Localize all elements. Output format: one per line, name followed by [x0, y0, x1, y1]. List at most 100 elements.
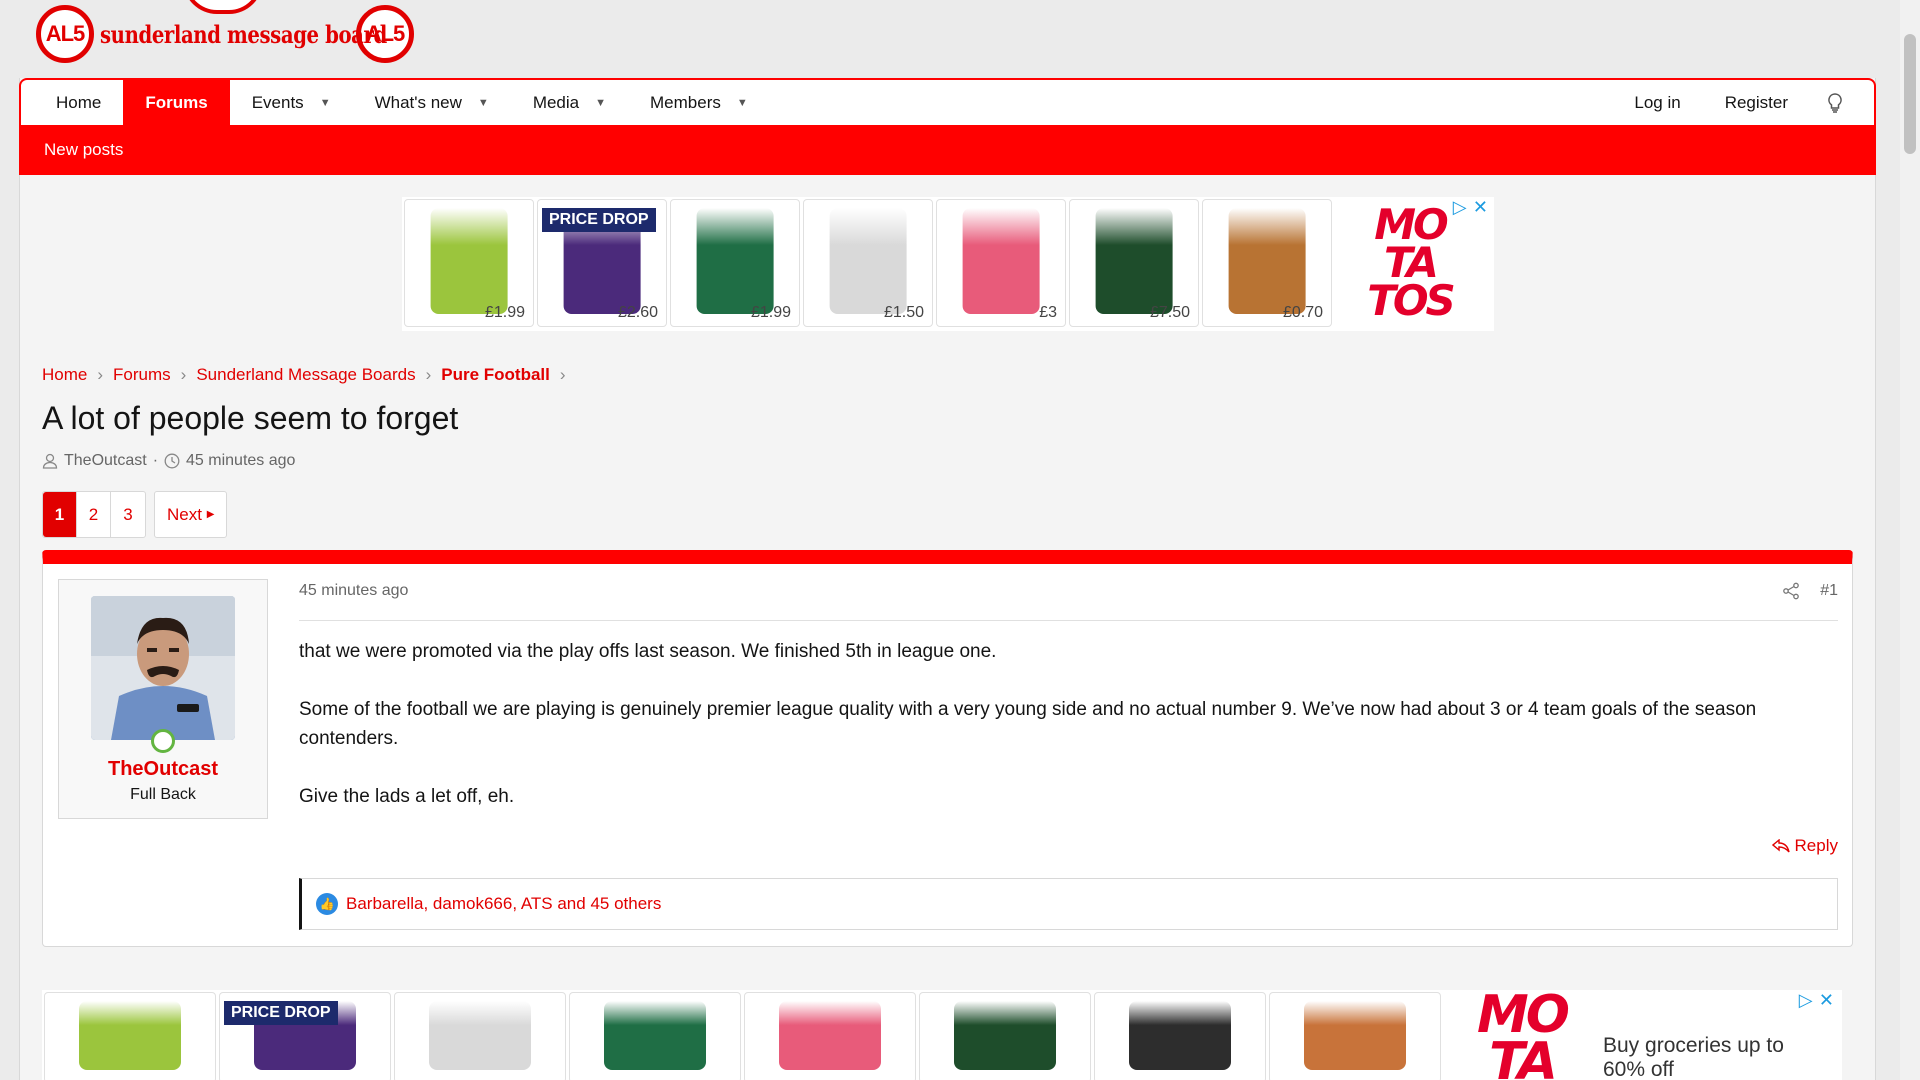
user-icon — [42, 453, 58, 469]
product-image — [829, 208, 907, 314]
ad-close-icon[interactable]: ▷ ✕ — [1799, 990, 1834, 1011]
nav-item-members[interactable]: Members ▼ — [628, 80, 770, 125]
thread-title: A lot of people seem to forget — [42, 400, 459, 436]
ad-product-tile[interactable]: £3 — [936, 199, 1066, 327]
reply-button[interactable]: Reply — [1771, 836, 1838, 856]
login-link[interactable]: Log in — [1612, 80, 1702, 125]
product-price: £1.99 — [750, 304, 791, 321]
breadcrumb-item[interactable]: Home — [42, 365, 87, 385]
ad-product-tile[interactable]: PRICE DROP £2.60 — [537, 199, 667, 327]
avatar[interactable] — [91, 596, 235, 740]
ad-product-tile[interactable] — [394, 992, 566, 1080]
clock-icon — [164, 453, 180, 469]
product-image — [79, 1001, 181, 1070]
chevron-right-icon: › — [180, 365, 187, 384]
ad-product-tile[interactable]: £1.50 — [803, 199, 933, 327]
breadcrumb: Home › Forums › Sunderland Message Boards › Pu… — [42, 365, 566, 385]
thread-author[interactable]: TheOutcast — [64, 452, 147, 470]
ad-banner-top[interactable]: £1.99 PRICE DROP £2.60 £1.99 £1.50 £3 £7.50 £0.… — [402, 197, 1494, 331]
pagination: 123 Next ▶ — [42, 491, 228, 538]
ad-close-icon[interactable]: ▷ ✕ — [1453, 197, 1488, 218]
product-price: £7.50 — [1149, 304, 1190, 321]
price-drop-badge: PRICE DROP — [542, 208, 656, 232]
share-icon[interactable] — [1782, 582, 1800, 600]
breadcrumb-item[interactable]: Pure Football — [441, 365, 550, 385]
online-status-icon — [151, 729, 175, 753]
ad-product-tile[interactable] — [744, 992, 916, 1080]
logo-badge-left: AL5 — [36, 5, 94, 63]
product-image — [962, 208, 1040, 314]
post-body: that we were promoted via the play offs … — [299, 637, 1838, 840]
sub-nav: New posts — [19, 125, 1876, 175]
reactions-list[interactable]: Barbarella, damok666, ATS and 45 others — [346, 894, 661, 914]
page-scrollbar[interactable] — [1900, 0, 1920, 1080]
ad-brand-word: TOS — [1367, 275, 1456, 325]
product-image — [779, 1001, 881, 1070]
post-tools: #1 — [1782, 582, 1838, 600]
product-image — [1095, 208, 1173, 314]
ad-product-tile[interactable]: £1.99 — [670, 199, 800, 327]
product-price: £2.60 — [617, 304, 658, 321]
price-drop-badge: PRICE DROP — [224, 1001, 338, 1025]
ad-product-tile[interactable]: £0.70 — [1202, 199, 1332, 327]
chevron-down-icon[interactable]: ▼ — [320, 97, 331, 109]
ad-tagline[interactable]: Buy groceries up to 60% off — [1585, 992, 1785, 1080]
thread-meta: TheOutcast · 45 minutes ago — [42, 452, 295, 470]
ad-product-tile[interactable] — [919, 992, 1091, 1080]
register-link[interactable]: Register — [1703, 80, 1810, 125]
chevron-down-icon[interactable]: ▼ — [737, 97, 748, 109]
post-username[interactable]: TheOutcast — [59, 758, 267, 781]
chevron-down-icon[interactable]: ▼ — [478, 97, 489, 109]
new-posts-link[interactable]: New posts — [44, 140, 123, 160]
ad-product-tile[interactable] — [1094, 992, 1266, 1080]
page-link[interactable]: 3 — [111, 492, 145, 537]
product-price: £1.99 — [484, 304, 525, 321]
chevron-right-icon: › — [559, 365, 566, 384]
ad-product-tile[interactable] — [44, 992, 216, 1080]
theme-toggle-icon[interactable] — [1810, 80, 1874, 125]
post-time[interactable]: 45 minutes ago — [299, 582, 408, 600]
ad-product-tile[interactable] — [569, 992, 741, 1080]
nav-item-media[interactable]: Media ▼ — [511, 80, 628, 125]
scrollbar-thumb[interactable] — [1904, 34, 1916, 154]
ad-product-tile[interactable] — [1269, 992, 1441, 1080]
post-paragraph: Some of the football we are playing is g… — [299, 699, 1757, 749]
product-image — [1228, 208, 1306, 314]
nav-item-what-s-new[interactable]: What's new ▼ — [353, 80, 511, 125]
reply-icon — [1771, 838, 1790, 853]
ad-brand-logo[interactable]: MO TA — [1462, 992, 1582, 1080]
page-link[interactable]: 2 — [77, 492, 111, 537]
product-image — [954, 1001, 1056, 1070]
product-price: £0.70 — [1282, 304, 1323, 321]
breadcrumb-item[interactable]: Sunderland Message Boards — [196, 365, 415, 385]
product-image — [604, 1001, 706, 1070]
post-paragraph: Give the lads a let off, eh. — [299, 786, 515, 807]
meta-separator: · — [152, 452, 159, 469]
ad-product-tile[interactable]: £1.99 — [404, 199, 534, 327]
thread-time[interactable]: 45 minutes ago — [186, 452, 295, 470]
next-page-button[interactable]: Next ▶ — [154, 491, 228, 538]
site-logo[interactable]: AL5 sunderland message board AL5 — [36, 0, 414, 68]
nav-item-events[interactable]: Events ▼ — [230, 80, 353, 125]
user-title: Full Back — [130, 786, 196, 803]
product-image — [429, 1001, 531, 1070]
reactions-bar[interactable]: 👍 Barbarella, damok666, ATS and 45 other… — [299, 878, 1838, 930]
page-link[interactable]: 1 — [43, 492, 77, 537]
ad-product-tile[interactable]: £7.50 — [1069, 199, 1199, 327]
ad-product-tile[interactable]: PRICE DROP — [219, 992, 391, 1080]
post-message: TheOutcast Full Back 45 minutes ago #1 t… — [42, 550, 1853, 947]
like-icon: 👍 — [316, 893, 338, 915]
product-image — [696, 208, 774, 314]
chevron-down-icon[interactable]: ▼ — [595, 97, 606, 109]
ad-banner-bottom[interactable]: PRICE DROP MO TA Buy groceries up to 60% of… — [42, 990, 1842, 1080]
nav-item-home[interactable]: Home — [34, 80, 123, 125]
chevron-right-icon: › — [425, 365, 432, 384]
breadcrumb-item[interactable]: Forums — [113, 365, 171, 385]
product-price: £3 — [1039, 304, 1057, 321]
ad-brand-logo[interactable]: MO TA TOS — [1335, 199, 1485, 327]
post-paragraph: that we were promoted via the play offs … — [299, 641, 997, 662]
nav-item-forums[interactable]: Forums — [123, 80, 230, 125]
logo-text: sunderland message board — [100, 19, 387, 49]
post-number[interactable]: #1 — [1820, 582, 1838, 600]
main-nav: Home Forums Events ▼ What's new ▼ Media ▼ Member… — [19, 78, 1876, 125]
